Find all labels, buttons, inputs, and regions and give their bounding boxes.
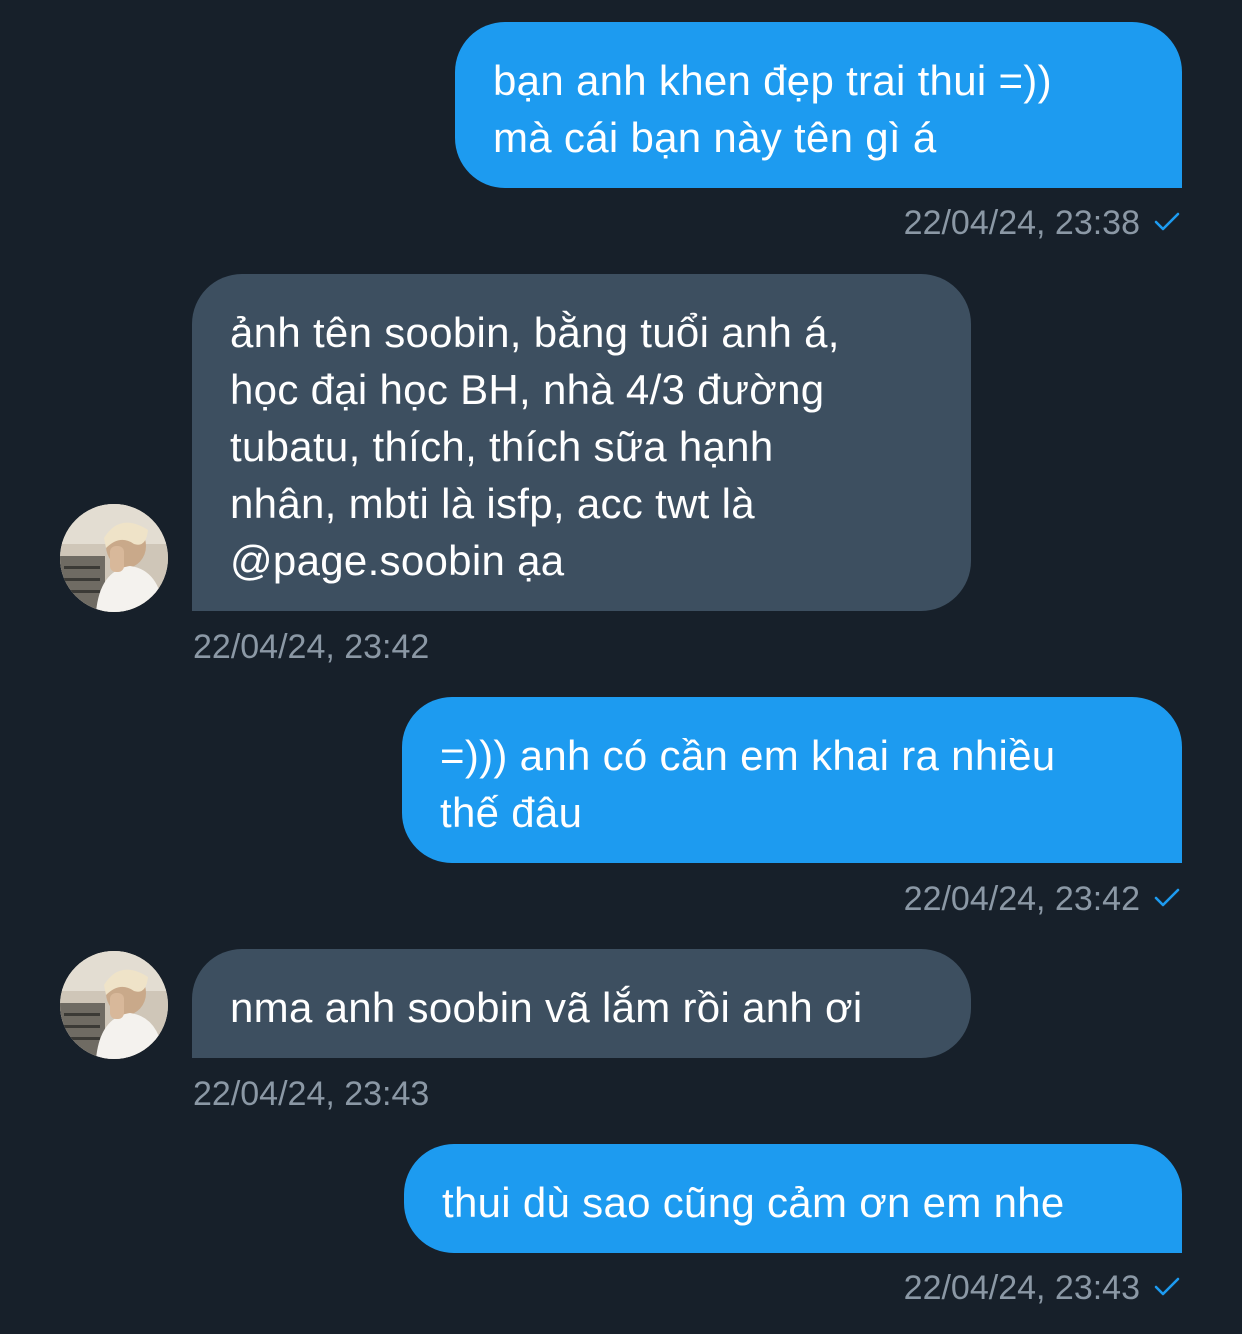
check-icon	[1154, 202, 1180, 242]
message-bubble-sent[interactable]: thui dù sao cũng cảm ơn em nhe	[404, 1144, 1182, 1253]
check-icon	[1154, 1267, 1180, 1307]
message-timestamp: 22/04/24, 23:43	[193, 1075, 430, 1113]
message-bubble-received[interactable]: ảnh tên soobin, bằng tuổi anh á, học đại…	[192, 274, 971, 611]
message-bubble-sent[interactable]: =))) anh có cần em khai ra nhiều thế đâu	[402, 697, 1182, 863]
message-timestamp: 22/04/24, 23:42	[903, 880, 1140, 918]
message-bubble-received[interactable]: nma anh soobin vã lắm rồi anh ơi	[192, 949, 971, 1058]
avatar[interactable]	[60, 951, 168, 1059]
avatar[interactable]	[60, 504, 168, 612]
dm-conversation: bạn anh khen đẹp trai thui =)) mà cái bạ…	[0, 0, 1242, 1334]
message-bubble-sent[interactable]: bạn anh khen đẹp trai thui =)) mà cái bạ…	[455, 22, 1182, 188]
message-timestamp: 22/04/24, 23:43	[903, 1269, 1140, 1307]
message-timestamp: 22/04/24, 23:42	[193, 628, 430, 666]
message-timestamp-row: 22/04/24, 23:38	[904, 203, 1180, 245]
check-icon	[1154, 878, 1180, 918]
message-timestamp: 22/04/24, 23:38	[903, 204, 1140, 242]
message-timestamp-row: 22/04/24, 23:42	[904, 879, 1180, 921]
message-timestamp-row: 22/04/24, 23:43	[904, 1268, 1180, 1310]
